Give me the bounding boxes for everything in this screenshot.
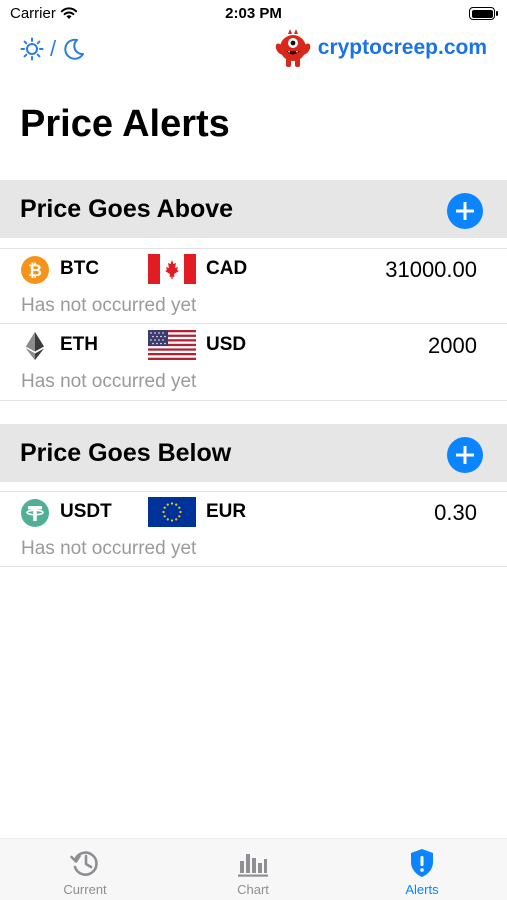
- brand[interactable]: cryptocreep.com: [272, 28, 487, 68]
- page-title: Price Alerts: [20, 103, 230, 145]
- coin-code: ETH: [60, 334, 98, 355]
- theme-toggle[interactable]: /: [20, 36, 86, 62]
- canada-flag-icon: [148, 254, 196, 284]
- moon-icon[interactable]: [62, 37, 86, 61]
- fiat-code: CAD: [206, 258, 248, 279]
- alert-price: 0.30: [434, 500, 477, 525]
- section-title: Price Goes Below: [20, 439, 232, 467]
- top-row: / cryptocreep.com: [0, 28, 507, 68]
- section-header-above: Price Goes Above: [0, 180, 507, 238]
- eu-flag-icon: [148, 497, 196, 527]
- alert-status: Has not occurred yet: [21, 295, 197, 316]
- sun-icon[interactable]: [20, 37, 44, 61]
- tab-label: Current: [63, 882, 107, 897]
- alert-row[interactable]: ₿ BTC CAD 31000.00 Has not occurred yet: [0, 248, 507, 324]
- alert-status: Has not occurred yet: [21, 371, 197, 392]
- alert-price: 2000: [428, 333, 477, 358]
- section-title: Price Goes Above: [20, 195, 234, 223]
- shield-alert-icon: [411, 849, 433, 877]
- alert-row[interactable]: USDT EUR 0.30 Has not occurred yet: [0, 491, 507, 567]
- alert-status: Has not occurred yet: [21, 538, 197, 559]
- alert-price: 31000.00: [385, 257, 477, 282]
- brand-name: cryptocreep.com: [317, 36, 487, 59]
- bar-chart-icon: [238, 854, 268, 877]
- monster-logo-icon: [275, 29, 311, 67]
- btc-icon: ₿: [21, 256, 49, 284]
- tab-chart[interactable]: Chart: [203, 847, 303, 897]
- clock: 2:03 PM: [225, 5, 282, 22]
- history-icon: [70, 851, 98, 876]
- battery-icon: [469, 7, 498, 20]
- add-alert-above-button[interactable]: [447, 193, 483, 229]
- status-bar: Carrier 2:03 PM: [0, 0, 507, 28]
- coin-code: BTC: [60, 258, 100, 279]
- tab-alerts[interactable]: Alerts: [372, 847, 472, 897]
- coin-code: USDT: [60, 501, 112, 522]
- add-alert-below-button[interactable]: [447, 437, 483, 473]
- theme-separator: /: [50, 36, 57, 61]
- tab-current[interactable]: Current: [35, 847, 135, 897]
- tab-label: Alerts: [405, 882, 439, 897]
- tab-label: Chart: [237, 882, 269, 897]
- fiat-code: USD: [206, 334, 247, 355]
- eth-icon: [26, 332, 44, 360]
- fiat-code: EUR: [206, 501, 247, 522]
- tab-bar: Current Chart Alerts: [0, 838, 507, 900]
- section-header-below: Price Goes Below: [0, 424, 507, 482]
- usa-flag-icon: [148, 330, 196, 360]
- alert-row[interactable]: ETH USD 2000 Has not occurred yet: [0, 325, 507, 401]
- svg-text:₿: ₿: [28, 261, 42, 280]
- usdt-icon: [21, 499, 49, 527]
